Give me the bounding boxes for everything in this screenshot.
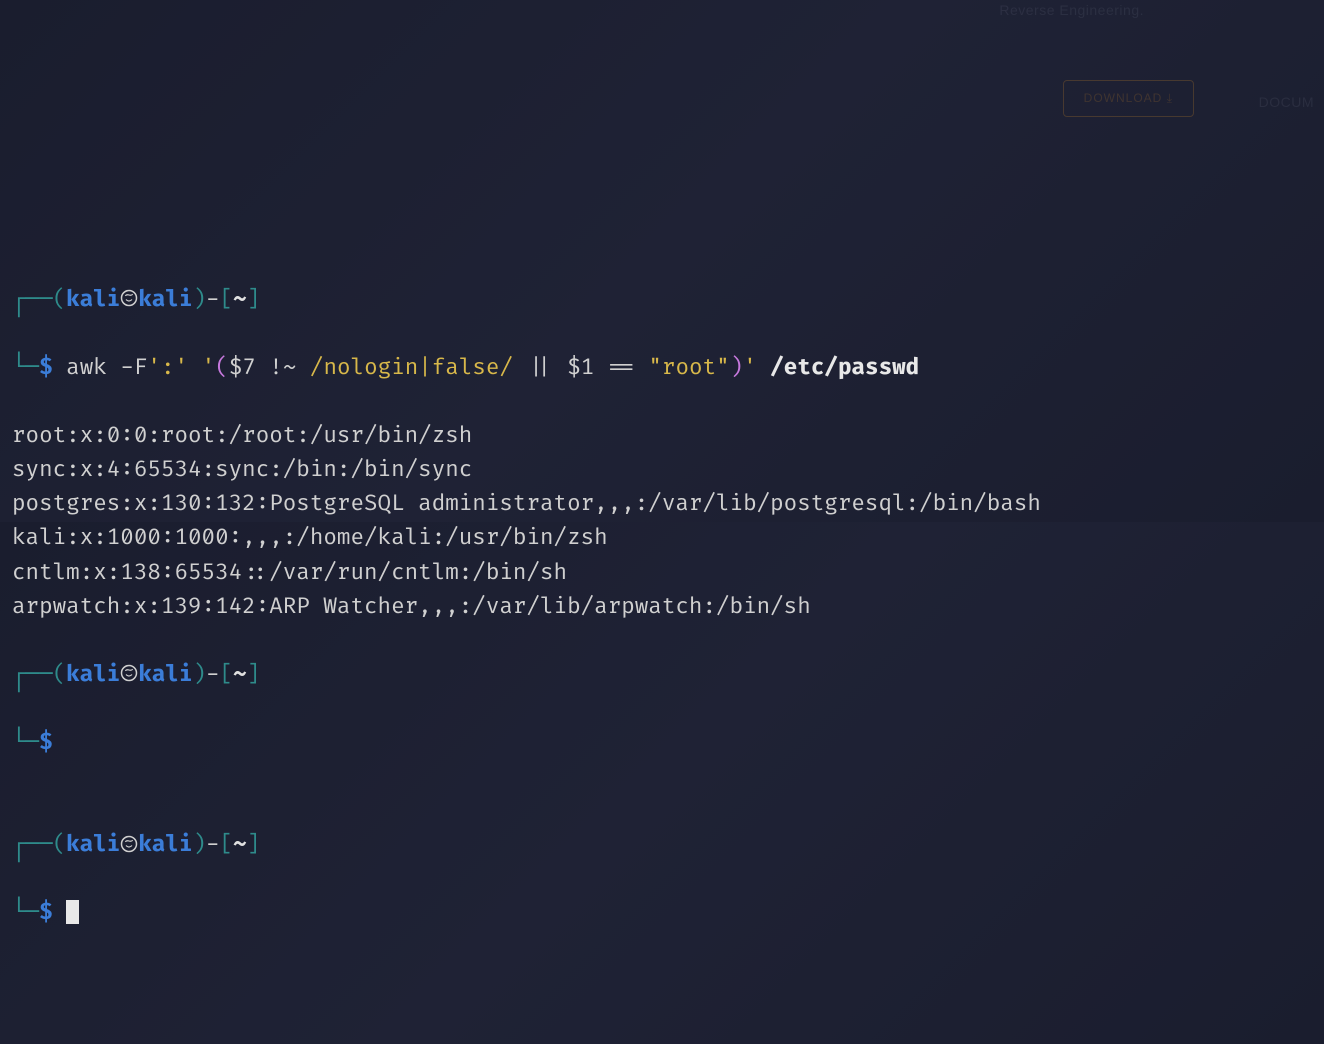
prompt-host: kali bbox=[138, 661, 192, 688]
terminal[interactable]: ┌──(kalikali)-[~] └─$ awk -F':' '($7 !~ … bbox=[12, 283, 1312, 931]
prompt-line-1: ┌──(kalikali)-[~] bbox=[12, 283, 1312, 317]
output-line: postgres:x:130:132:PostgreSQL administra… bbox=[12, 490, 1041, 517]
kali-icon bbox=[120, 661, 138, 688]
bg-docum-text: DOCUM bbox=[1259, 92, 1314, 114]
bg-faded-text: Reverse Engineering. bbox=[999, 0, 1144, 22]
output-line: cntlm:x:138:65534::/var/run/cntlm:/bin/s… bbox=[12, 559, 567, 586]
kali-icon bbox=[120, 831, 138, 858]
output-line: root:x:0:0:root:/root:/usr/bin/zsh bbox=[12, 422, 472, 449]
prompt-host: kali bbox=[138, 831, 192, 858]
prompt-path: ~ bbox=[233, 286, 247, 313]
prompt-user: kali bbox=[66, 661, 120, 688]
command-line-2: └─$ bbox=[12, 726, 1312, 760]
kali-icon bbox=[120, 286, 138, 313]
cmd-file-arg: /etc/passwd bbox=[770, 354, 919, 381]
prompt-user: kali bbox=[66, 831, 120, 858]
prompt-line-2: ┌──(kalikali)-[~] bbox=[12, 658, 1312, 692]
prompt-user: kali bbox=[66, 286, 120, 313]
bg-download-button: DOWNLOAD ⤓ bbox=[1063, 80, 1194, 117]
prompt-host: kali bbox=[138, 286, 192, 313]
prompt-path: ~ bbox=[233, 831, 247, 858]
command-line-1: └─$ awk -F':' '($7 !~ /nologin|false/ ||… bbox=[12, 351, 1312, 385]
output-line: arpwatch:x:139:142:ARP Watcher,,,:/var/l… bbox=[12, 593, 811, 620]
command-line-3[interactable]: └─$ bbox=[12, 896, 1312, 930]
prompt-path: ~ bbox=[233, 661, 247, 688]
cmd-awk: awk bbox=[66, 354, 107, 381]
output-line: sync:x:4:65534:sync:/bin:/bin/sync bbox=[12, 456, 472, 483]
prompt-line-3: ┌──(kalikali)-[~] bbox=[12, 828, 1312, 862]
output-line: kali:x:1000:1000:,,,:/home/kali:/usr/bin… bbox=[12, 524, 608, 551]
terminal-cursor bbox=[66, 900, 79, 924]
